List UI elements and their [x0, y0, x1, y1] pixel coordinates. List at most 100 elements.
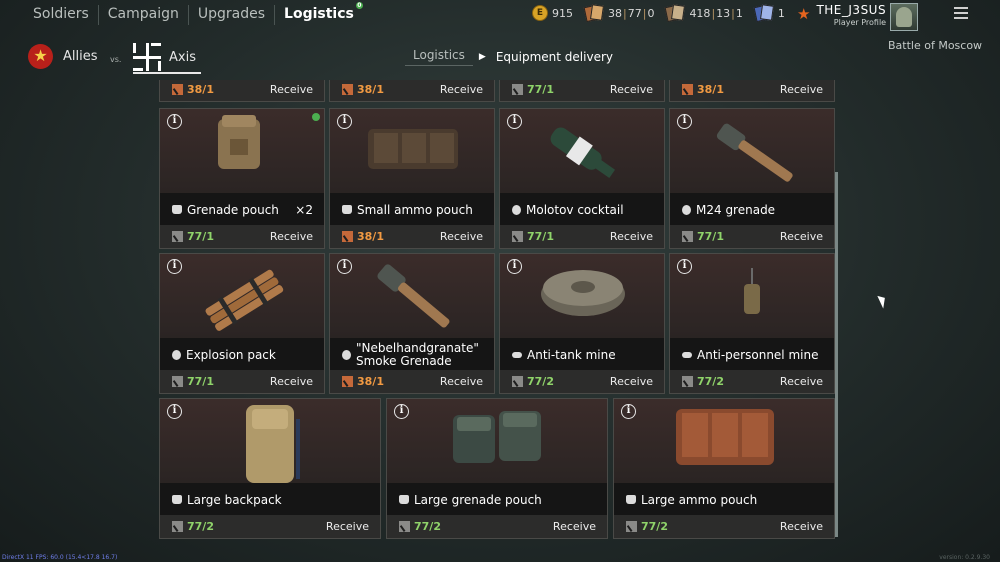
mine-icon: [682, 351, 692, 358]
rank-icon: [512, 376, 523, 387]
cards-icon: [753, 4, 775, 23]
item-name: Molotov cocktail: [526, 202, 624, 217]
silver-cards-counter: 418 | 13 | 1: [665, 4, 743, 23]
coin-icon: E: [532, 5, 548, 21]
breadcrumb-logistics[interactable]: Logistics: [405, 48, 473, 66]
item-name: Large backpack: [187, 492, 282, 507]
receive-button[interactable]: Receive: [270, 230, 313, 243]
receive-button[interactable]: Receive: [780, 83, 823, 96]
equipment-card-large-backpack[interactable]: i Large backpack 77/2 Receive: [159, 398, 381, 539]
item-name: Grenade pouch: [187, 202, 279, 217]
new-badge: [312, 113, 320, 121]
card-footer: 38/1 Receive: [330, 370, 494, 393]
scrollbar[interactable]: [835, 172, 838, 537]
info-icon[interactable]: i: [337, 259, 352, 274]
item-image: [160, 399, 380, 483]
breadcrumb-current: Equipment delivery: [495, 50, 613, 64]
equipment-card-small-ammo-pouch[interactable]: i Small ammo pouch 38/1 Receive: [329, 108, 495, 249]
avatar[interactable]: [890, 3, 919, 31]
equipment-card[interactable]: 38/1 Receive: [669, 80, 835, 102]
equipment-card-large-ammo-pouch[interactable]: i Large ammo pouch 77/2 Receive: [613, 398, 835, 539]
rank-value: 38/1: [187, 83, 214, 96]
anti-tank-mine-image: [541, 270, 625, 316]
item-image: [160, 109, 324, 193]
receive-button[interactable]: Receive: [270, 375, 313, 388]
tab-logistics[interactable]: Logistics 0: [275, 2, 363, 25]
rank-value: 77/2: [187, 520, 214, 533]
info-icon[interactable]: i: [621, 404, 636, 419]
tab-upgrades[interactable]: Upgrades: [189, 5, 276, 25]
rank-icon: [172, 84, 183, 95]
rank-value: 77/1: [187, 375, 214, 388]
menu-icon[interactable]: [954, 7, 968, 19]
large-grenade-pouch-image: [453, 411, 541, 463]
equipment-card-molotov[interactable]: i Molotov cocktail 77/1 Receive: [499, 108, 665, 249]
receive-button[interactable]: Receive: [326, 520, 369, 533]
receive-button[interactable]: Receive: [610, 230, 653, 243]
receive-button[interactable]: Receive: [270, 83, 313, 96]
card-footer: 77/2 Receive: [160, 515, 380, 538]
equipment-card-large-grenade-pouch[interactable]: i Large grenade pouch 77/2 Receive: [386, 398, 608, 539]
equipment-card-grenade-pouch[interactable]: i Grenade pouch ×2 77/1 Receive: [159, 108, 325, 249]
rank-value: 77/2: [697, 375, 724, 388]
receive-button[interactable]: Receive: [553, 520, 596, 533]
rank-icon: [399, 521, 410, 532]
tab-soldiers[interactable]: Soldiers: [24, 5, 99, 25]
item-name-row: Anti-tank mine: [500, 338, 664, 371]
receive-button[interactable]: Receive: [780, 230, 823, 243]
item-image: [500, 254, 664, 338]
item-name: "Nebelhandgranate" Smoke Grenade: [356, 340, 479, 368]
rank-icon: [342, 376, 353, 387]
equipment-card-m24[interactable]: i M24 grenade 77/1 Receive: [669, 108, 835, 249]
tab-campaign[interactable]: Campaign: [99, 5, 189, 25]
info-icon[interactable]: i: [337, 114, 352, 129]
m24-grenade-image: [716, 123, 793, 182]
info-icon[interactable]: i: [167, 259, 182, 274]
item-name-row: Explosion pack: [160, 338, 324, 371]
pouch-icon: [172, 205, 182, 214]
info-icon[interactable]: i: [394, 404, 409, 419]
equipment-card-anti-tank-mine[interactable]: i Anti-tank mine 77/2 Receive: [499, 253, 665, 394]
receive-button[interactable]: Receive: [780, 375, 823, 388]
chevron-right-icon: ▶: [478, 52, 486, 62]
receive-button[interactable]: Receive: [440, 375, 483, 388]
equipment-card-explosion-pack[interactable]: i Explosion pack 77/1 Receive: [159, 253, 325, 394]
receive-button[interactable]: Receive: [610, 375, 653, 388]
rank-value: 77/2: [414, 520, 441, 533]
mouse-cursor-icon: [877, 293, 889, 309]
card-footer: 77/2 Receive: [500, 370, 664, 393]
order-cards-counter: 38 | 77 | 0: [583, 4, 654, 23]
tab-logistics-label: Logistics: [284, 6, 354, 22]
item-image: [670, 254, 834, 338]
player-profile[interactable]: ★ THE_J3SUS Player Profile: [797, 3, 919, 31]
item-count: ×2: [295, 202, 313, 217]
info-icon[interactable]: i: [507, 259, 522, 274]
equipment-card-smoke-grenade[interactable]: i "Nebelhandgranate" Smoke Grenade 38/1 R…: [329, 253, 495, 394]
mine-icon: [512, 351, 522, 358]
info-icon[interactable]: i: [507, 114, 522, 129]
info-icon[interactable]: i: [167, 114, 182, 129]
equipment-card[interactable]: 38/1 Receive: [329, 80, 495, 102]
breadcrumb: Logistics ▶ Equipment delivery: [405, 48, 613, 66]
silver-value-b: 13: [716, 6, 731, 20]
equipment-card[interactable]: 38/1 Receive: [159, 80, 325, 102]
item-name-row: Large ammo pouch: [614, 483, 834, 516]
resources-bar: E 915 38 | 77 | 0 418 | 13 | 1 1: [532, 4, 797, 23]
card-footer: 38/1 Receive: [160, 80, 324, 101]
info-icon[interactable]: i: [167, 404, 182, 419]
faction-allies[interactable]: ★ Allies: [28, 44, 98, 69]
equipment-grid: 38/1 Receive 38/1 Receive 77/1 Receive 38/1…: [159, 80, 839, 540]
receive-button[interactable]: Receive: [440, 230, 483, 243]
info-icon[interactable]: i: [677, 114, 692, 129]
receive-button[interactable]: Receive: [780, 520, 823, 533]
receive-button[interactable]: Receive: [610, 83, 653, 96]
rank-value: 77/1: [187, 230, 214, 243]
faction-axis[interactable]: Axis: [133, 42, 201, 74]
cards-icon: [665, 4, 686, 23]
equipment-card-anti-personnel-mine[interactable]: i Anti-personnel mine 77/2 Receive: [669, 253, 835, 394]
card-footer: 77/2 Receive: [387, 515, 607, 538]
receive-button[interactable]: Receive: [440, 83, 483, 96]
equipment-card[interactable]: 77/1 Receive: [499, 80, 665, 102]
info-icon[interactable]: i: [677, 259, 692, 274]
item-name: Large ammo pouch: [641, 492, 758, 507]
